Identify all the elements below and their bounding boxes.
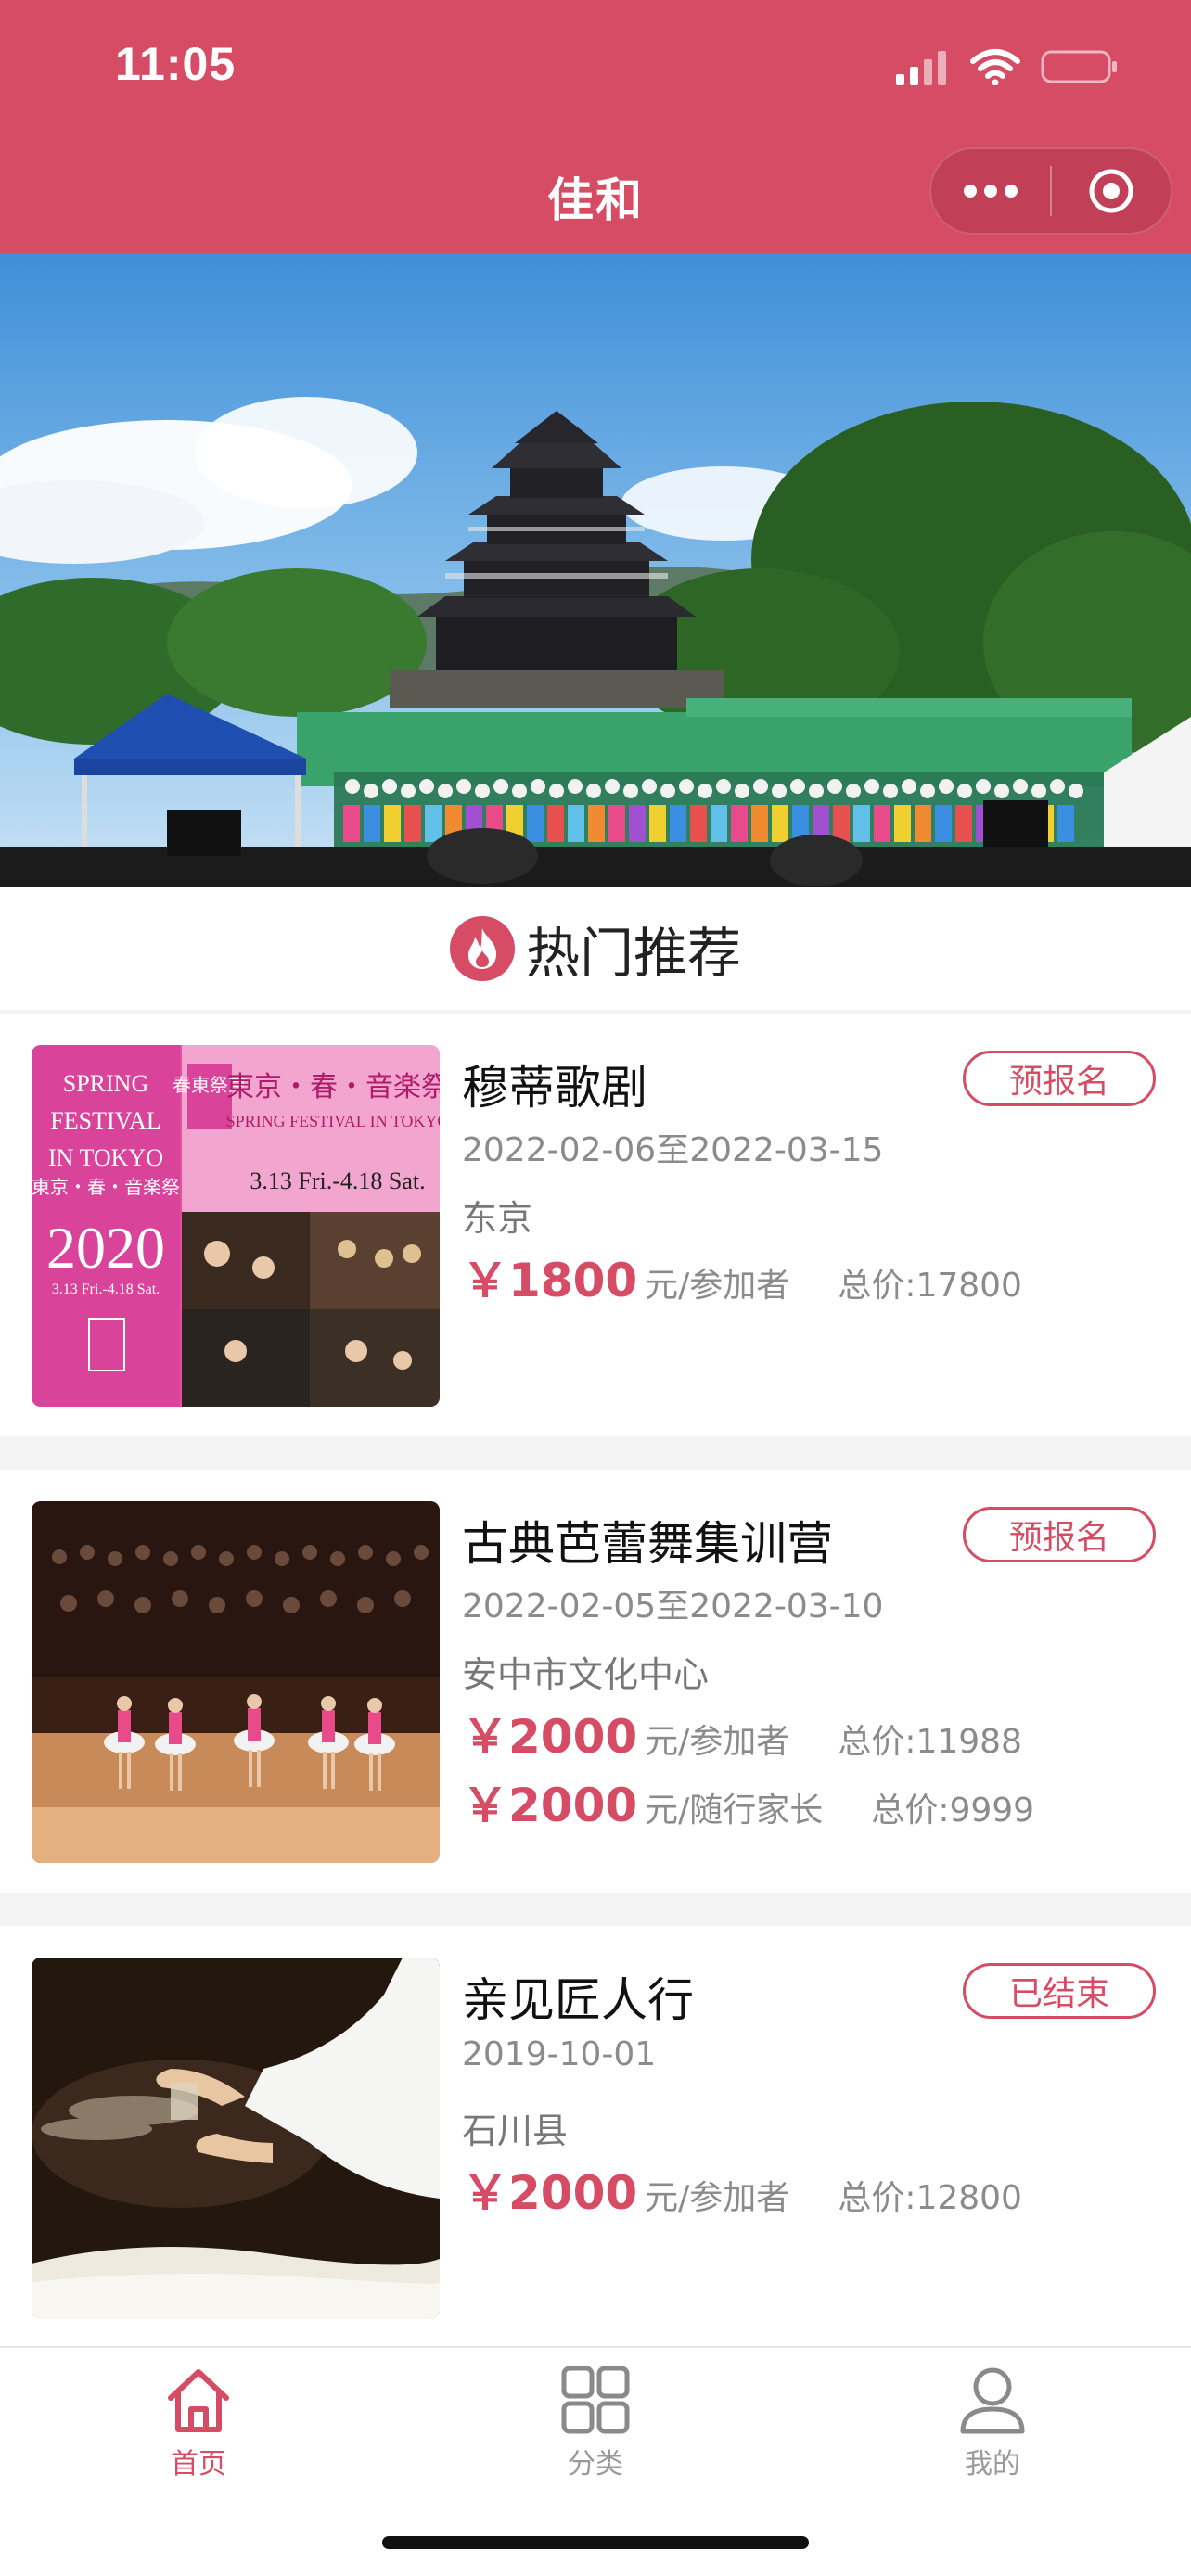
tab-label: 分类: [568, 2448, 623, 2480]
battery-icon: [1041, 50, 1117, 83]
close-mini-program-button[interactable]: [1052, 149, 1171, 233]
tab-label: 我的: [965, 2448, 1020, 2480]
app-page: 11:05 佳和 热门推荐 SPRING FESTIVAL IN TOKYO 東…: [0, 0, 1191, 2576]
svg-text:東京・春・音楽祭: 東京・春・音楽祭: [226, 1071, 440, 1103]
event-thumbnail: SPRING FESTIVAL IN TOKYO 東京・春・音楽祭 2020 3…: [32, 1045, 440, 1407]
event-card[interactable]: SPRING FESTIVAL IN TOKYO 東京・春・音楽祭 2020 3…: [0, 1014, 1191, 1436]
ballet-stage-image: [32, 1501, 440, 1863]
more-dots-icon: [964, 185, 1018, 198]
svg-text:2020: 2020: [46, 1215, 165, 1281]
price-row: ￥2000 元/随行家长 总价:9999: [462, 1768, 1034, 1835]
tab-label: 首页: [171, 2448, 226, 2480]
price-amount: ￥1800: [462, 1254, 638, 1307]
svg-text:IN TOKYO: IN TOKYO: [48, 1144, 163, 1171]
mini-program-capsule: [929, 147, 1172, 235]
status-time: 11:05: [115, 38, 237, 90]
hero-banner[interactable]: [0, 253, 1191, 887]
tab-mine[interactable]: 我的: [794, 2363, 1191, 2502]
svg-text:FESTIVAL: FESTIVAL: [50, 1107, 160, 1134]
status-icons: [894, 46, 1119, 87]
price-row: ￥1800 元/参加者 总价:17800: [462, 1243, 1022, 1310]
signal-icon: [896, 51, 946, 85]
svg-text:3.13 Fri.-4.18 Sat.: 3.13 Fri.-4.18 Sat.: [52, 1282, 160, 1297]
top-bar: 11:05 佳和: [0, 0, 1191, 253]
category-grid-icon: [561, 2366, 630, 2434]
pre-register-badge[interactable]: 预报名: [963, 1507, 1156, 1562]
event-dates: 2022-02-05至2022-03-10: [462, 1588, 884, 1626]
event-name: 亲见匠人行: [462, 1973, 694, 2027]
tab-category[interactable]: 分类: [397, 2363, 794, 2502]
price-unit: 元/参加者: [645, 1723, 790, 1761]
price-row: ￥2000 元/参加者 总价:11988: [462, 1700, 1022, 1766]
home-indicator[interactable]: [382, 2536, 809, 2549]
svg-text:SPRING: SPRING: [63, 1070, 148, 1097]
event-location: 东京: [462, 1198, 533, 1239]
event-name: 古典芭蕾舞集训营: [462, 1517, 833, 1571]
price-row: ￥2000 元/参加者 总价:12800: [462, 2156, 1022, 2223]
svg-text:SPRING FESTIVAL IN TOKYO: SPRING FESTIVAL IN TOKYO: [226, 1112, 440, 1130]
fire-icon: [449, 916, 515, 981]
tab-home[interactable]: 首页: [0, 2363, 397, 2502]
event-thumbnail: [32, 1501, 440, 1863]
ended-badge[interactable]: 已结束: [963, 1963, 1156, 2019]
festival-poster-image: SPRING FESTIVAL IN TOKYO 東京・春・音楽祭 2020 3…: [32, 1045, 440, 1407]
artisan-image: [32, 1958, 440, 2319]
event-name: 穆蒂歌剧: [462, 1061, 647, 1115]
event-location: 石川县: [462, 2111, 569, 2151]
event-location: 安中市文化中心: [462, 1654, 710, 1695]
section-header: 热门推荐: [0, 887, 1191, 1010]
svg-text:東京・春・音楽祭: 東京・春・音楽祭: [32, 1177, 180, 1198]
section-title: 热门推荐: [525, 922, 741, 985]
castle-concert-image: [0, 253, 1191, 887]
price-unit: 元/参加者: [645, 1267, 790, 1305]
price-total: 总价:9999: [871, 1792, 1035, 1830]
more-button[interactable]: [931, 149, 1050, 233]
price-unit: 元/参加者: [645, 2179, 790, 2217]
event-dates: 2022-02-06至2022-03-15: [462, 1131, 884, 1169]
price-total: 总价:11988: [838, 1723, 1022, 1761]
event-dates: 2019-10-01: [462, 2035, 657, 2073]
event-thumbnail: [32, 1958, 440, 2319]
svg-text:3.13 Fri.-4.18 Sat.: 3.13 Fri.-4.18 Sat.: [250, 1167, 425, 1194]
price-amount: ￥2000: [462, 2166, 638, 2220]
price-amount: ￥2000: [462, 1710, 638, 1764]
price-amount: ￥2000: [462, 1779, 638, 1832]
user-icon: [960, 2367, 1025, 2434]
price-total: 总价:12800: [838, 2179, 1022, 2217]
event-card[interactable]: 亲见匠人行 已结束 2019-10-01 石川县 ￥2000 元/参加者 总价:…: [0, 1926, 1191, 2349]
record-circle-icon: [1089, 169, 1133, 213]
home-icon: [168, 2369, 229, 2432]
price-total: 总价:17800: [838, 1267, 1022, 1305]
pre-register-badge[interactable]: 预报名: [963, 1051, 1156, 1106]
event-card[interactable]: 古典芭蕾舞集训营 预报名 2022-02-05至2022-03-10 安中市文化…: [0, 1470, 1191, 1893]
wifi-icon: [970, 49, 1020, 85]
price-unit: 元/随行家长: [645, 1792, 824, 1830]
